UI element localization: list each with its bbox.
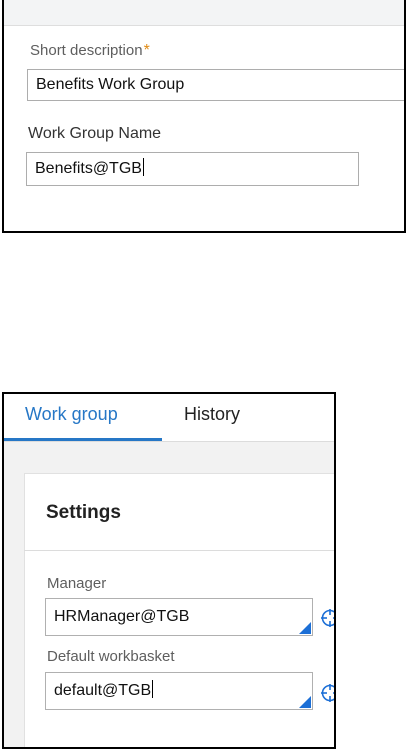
short-description-input[interactable]: Benefits Work Group — [27, 69, 404, 101]
work-group-settings-panel: Work group History Settings Manager HRMa… — [2, 392, 336, 749]
dropdown-corner-indicator — [299, 696, 311, 708]
crosshair-icon[interactable] — [320, 683, 336, 703]
settings-title: Settings — [46, 502, 121, 523]
work-group-form-panel: Short description* Benefits Work Group W… — [2, 0, 406, 233]
panel-header-strip — [4, 0, 404, 26]
manager-input[interactable]: HRManager@TGB — [45, 598, 313, 636]
dropdown-corner-indicator — [299, 622, 311, 634]
text-cursor — [152, 680, 154, 699]
manager-label: Manager — [47, 575, 107, 592]
work-group-name-input[interactable]: Benefits@TGB — [26, 152, 359, 186]
text-cursor — [142, 158, 144, 177]
active-tab-indicator — [4, 438, 162, 441]
settings-divider — [24, 550, 334, 551]
short-description-label: Short description* — [30, 42, 150, 59]
tab-bar: Work group History — [4, 394, 334, 442]
tab-history[interactable]: History — [184, 404, 240, 425]
default-workbasket-input[interactable]: default@TGB — [45, 672, 313, 710]
default-workbasket-label: Default workbasket — [47, 648, 175, 665]
required-marker: * — [143, 42, 150, 59]
tab-work-group[interactable]: Work group — [25, 404, 118, 425]
work-group-name-label: Work Group Name — [28, 125, 162, 142]
crosshair-icon[interactable] — [320, 608, 336, 628]
